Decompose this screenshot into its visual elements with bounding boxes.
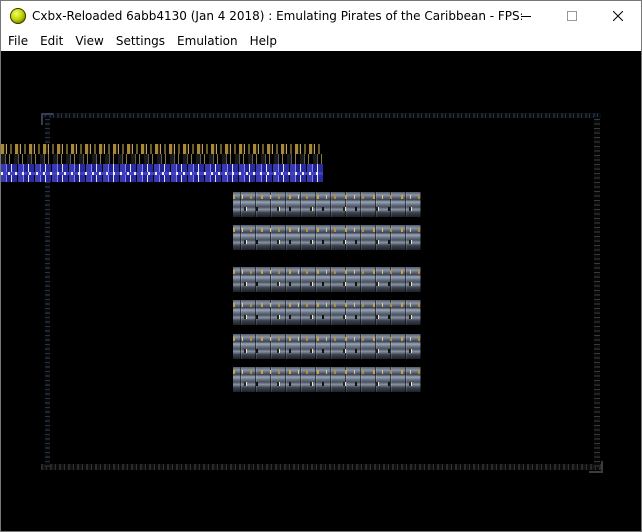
texture-noise	[233, 315, 421, 319]
screen-frame-bottom	[41, 464, 603, 470]
game-menu-option[interactable]	[233, 267, 421, 292]
window-title: Cxbx-Reloaded 6abb4130 (Jan 4 2018) : Em…	[32, 9, 522, 23]
texture-noise	[233, 240, 421, 244]
texture-noise	[233, 282, 421, 286]
close-icon	[613, 11, 623, 21]
menu-bar: File Edit View Settings Emulation Help	[1, 31, 641, 51]
screen-frame-top	[41, 113, 601, 118]
close-button[interactable]	[595, 1, 641, 31]
maximize-icon	[567, 11, 577, 21]
menu-file[interactable]: File	[1, 31, 34, 51]
screen-frame-right	[594, 117, 600, 467]
banner-stripe	[1, 154, 323, 164]
menu-emulation[interactable]: Emulation	[171, 31, 244, 51]
menu-edit[interactable]: Edit	[34, 31, 69, 51]
banner-stripe	[1, 164, 323, 182]
menu-help[interactable]: Help	[244, 31, 283, 51]
maximize-button[interactable]	[549, 1, 595, 31]
banner-stripe	[1, 144, 323, 154]
game-menu-option[interactable]	[233, 300, 421, 325]
screen-frame-corner	[589, 461, 603, 473]
texture-noise	[233, 349, 421, 353]
window-controls	[503, 1, 641, 31]
cxbx-app-icon[interactable]	[10, 8, 26, 24]
menu-view[interactable]: View	[69, 31, 109, 51]
emulator-window: Cxbx-Reloaded 6abb4130 (Jan 4 2018) : Em…	[0, 0, 642, 532]
glitched-title-banner	[1, 144, 323, 182]
game-menu-option[interactable]	[233, 367, 421, 392]
menu-settings[interactable]: Settings	[110, 31, 171, 51]
screen-frame-corner	[41, 113, 53, 125]
minimize-icon	[521, 16, 531, 17]
texture-noise	[233, 207, 421, 211]
game-menu-option[interactable]	[233, 334, 421, 359]
minimize-button[interactable]	[503, 1, 549, 31]
emulation-viewport[interactable]	[1, 51, 641, 531]
game-menu-option[interactable]	[233, 225, 421, 250]
game-menu-option[interactable]	[233, 192, 421, 217]
title-bar[interactable]: Cxbx-Reloaded 6abb4130 (Jan 4 2018) : Em…	[1, 1, 641, 31]
texture-noise	[233, 382, 421, 386]
